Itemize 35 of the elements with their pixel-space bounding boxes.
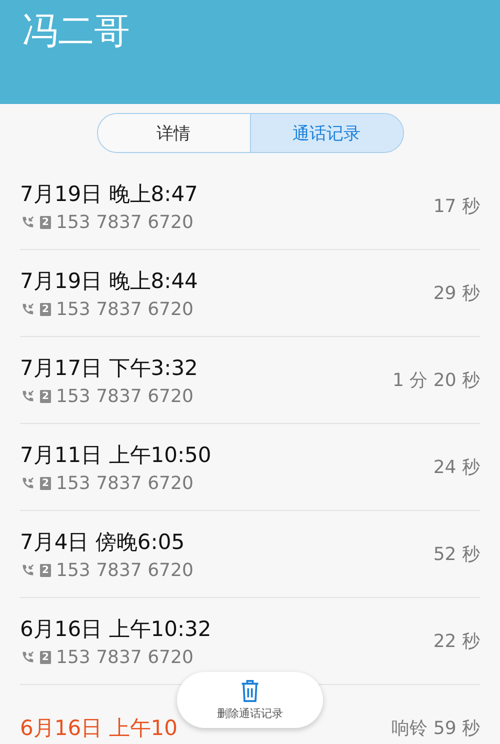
call-duration: 17 秒 [433, 195, 480, 218]
phone-number: 153 7837 6720 [56, 298, 194, 320]
phone-incoming-icon [20, 302, 35, 316]
sim-badge: 2 [40, 302, 51, 316]
sim-badge: 2 [40, 650, 51, 664]
call-time: 7月4日 傍晚6:05 [20, 528, 186, 556]
phone-incoming-icon [20, 476, 35, 490]
sim-badge: 2 [40, 216, 51, 228]
call-duration: 29 秒 [433, 282, 480, 305]
call-duration: 1 分 20 秒 [392, 369, 480, 392]
call-time: 6月16日 上午10:32 [20, 616, 212, 642]
sim-badge: 2 [40, 390, 51, 402]
call-duration: 52 秒 [433, 543, 480, 566]
phone-incoming-icon [20, 388, 35, 404]
call-time: 6月16日 上午10 [20, 715, 178, 742]
call-duration: 24 秒 [433, 456, 480, 479]
phone-number: 153 7837 6720 [56, 646, 194, 668]
phone-number: 153 7837 6720 [56, 560, 194, 580]
call-time: 7月11日 上午10:50 [20, 442, 212, 468]
sim-badge: 2 [40, 564, 51, 576]
phone-number: 153 7837 6720 [56, 472, 194, 494]
sim-badge: 2 [40, 476, 51, 490]
phone-incoming-icon [20, 650, 35, 664]
phone-number: 153 7837 6720 [56, 212, 194, 232]
call-time: 7月19日 晚上8:47 [20, 180, 198, 208]
delete-call-log-button[interactable]: 删除通话记录 [177, 672, 323, 728]
call-duration: 响铃 59 秒 [392, 717, 480, 740]
call-duration: 22 秒 [433, 630, 480, 653]
contact-name: 冯二哥 [22, 11, 130, 52]
phone-incoming-icon [20, 214, 35, 230]
trash-icon [239, 679, 261, 703]
phone-number: 153 7837 6720 [56, 386, 194, 406]
call-time: 7月19日 晚上8:44 [20, 268, 198, 294]
call-time: 7月17日 下午3:32 [20, 354, 198, 382]
phone-incoming-icon [20, 562, 35, 578]
